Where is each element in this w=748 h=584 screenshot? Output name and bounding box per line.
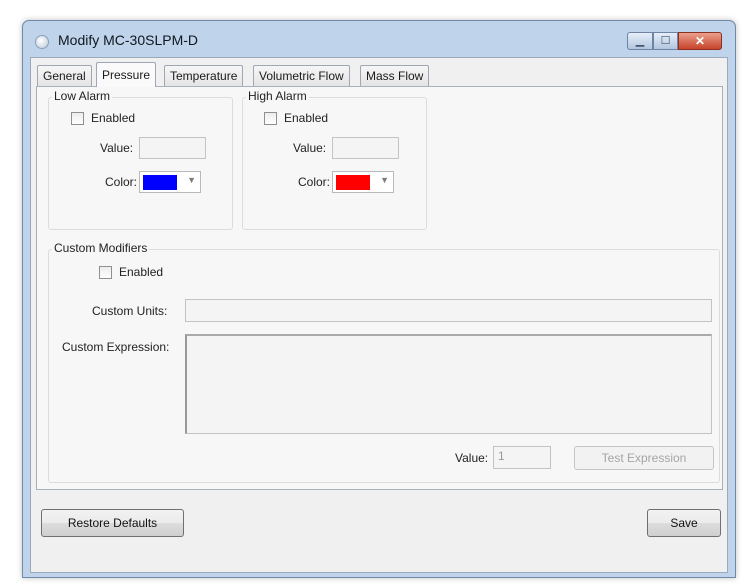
custom-modifiers-title: Custom Modifiers xyxy=(52,241,150,255)
high-alarm-color-select[interactable]: ▼ xyxy=(332,171,394,193)
test-expression-button[interactable]: Test Expression xyxy=(574,446,714,470)
tab-temperature[interactable]: Temperature xyxy=(164,65,244,86)
window-title: Modify MC-30SLPM-D xyxy=(58,32,199,48)
tab-pressure[interactable]: Pressure xyxy=(96,62,157,87)
tab-mass-flow[interactable]: Mass Flow xyxy=(360,65,430,86)
minimize-button[interactable]: ▁ xyxy=(627,32,653,50)
low-alarm-value-label: Value: xyxy=(100,141,134,155)
low-alarm-enabled-checkbox[interactable] xyxy=(71,112,84,125)
custom-modifiers-enabled-label: Enabled xyxy=(119,265,164,279)
expression-value-label: Value: xyxy=(455,451,489,465)
low-alarm-enabled-label: Enabled xyxy=(91,111,136,125)
close-button[interactable]: ✕ xyxy=(678,32,722,50)
save-button[interactable]: Save xyxy=(647,509,721,537)
high-alarm-enabled-checkbox[interactable] xyxy=(264,112,277,125)
high-alarm-color-label: Color: xyxy=(298,175,331,189)
low-alarm-color-select[interactable]: ▼ xyxy=(139,171,201,193)
custom-modifiers-enabled-checkbox[interactable] xyxy=(99,266,112,279)
low-alarm-title: Low Alarm xyxy=(52,89,113,103)
title-bar[interactable]: Modify MC-30SLPM-D ▁ ☐ ✕ xyxy=(23,21,735,57)
maximize-icon: ☐ xyxy=(660,35,671,47)
custom-units-input[interactable] xyxy=(185,299,712,322)
chevron-down-icon: ▼ xyxy=(380,175,389,185)
custom-expression-label: Custom Expression: xyxy=(62,340,170,354)
close-icon: ✕ xyxy=(694,34,706,48)
high-alarm-value-label: Value: xyxy=(293,141,327,155)
high-alarm-title: High Alarm xyxy=(246,89,309,103)
app-icon xyxy=(35,35,49,49)
custom-expression-textarea[interactable] xyxy=(185,334,712,434)
high-alarm-enabled-label: Enabled xyxy=(284,111,329,125)
high-alarm-value-input[interactable] xyxy=(332,137,399,159)
modify-dialog-window: Modify MC-30SLPM-D ▁ ☐ ✕ General Pressur… xyxy=(22,20,736,578)
pressure-tab-panel: Low Alarm Enabled Value: Color: ▼ High A… xyxy=(36,86,723,490)
restore-defaults-button[interactable]: Restore Defaults xyxy=(41,509,184,537)
high-alarm-color-swatch xyxy=(336,175,370,190)
dialog-client-area: General Pressure Temperature Volumetric … xyxy=(30,57,728,573)
expression-value-output: 1 xyxy=(493,446,551,469)
tab-volumetric-flow[interactable]: Volumetric Flow xyxy=(253,65,350,86)
low-alarm-value-input[interactable] xyxy=(139,137,206,159)
low-alarm-color-swatch xyxy=(143,175,177,190)
chevron-down-icon: ▼ xyxy=(187,175,196,185)
custom-units-label: Custom Units: xyxy=(92,304,168,318)
minimize-icon: ▁ xyxy=(635,35,645,47)
maximize-button[interactable]: ☐ xyxy=(653,32,678,50)
low-alarm-color-label: Color: xyxy=(105,175,138,189)
tab-general[interactable]: General xyxy=(37,65,92,86)
